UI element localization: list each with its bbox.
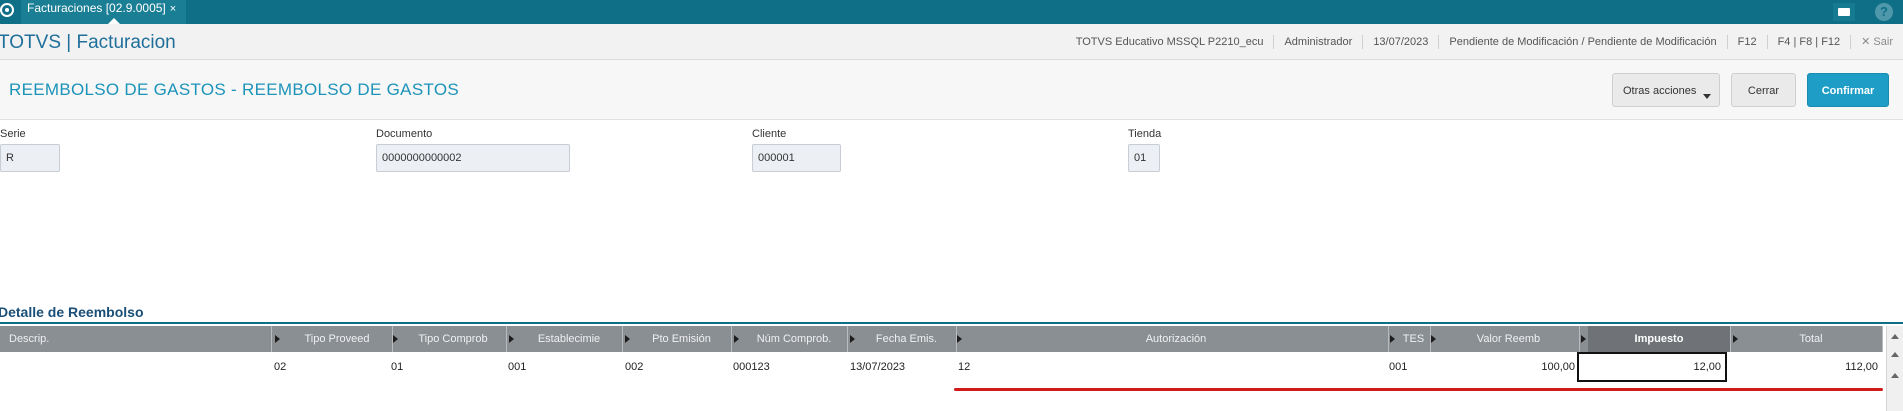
cliente-input[interactable]: 000001 [752,144,841,172]
cell-tipo-proveed[interactable]: 02 [274,352,374,382]
sort-arrow-icon[interactable] [1429,326,1438,352]
cliente-field-group: Cliente 000001 [752,128,841,172]
sort-arrow-icon[interactable] [1388,326,1397,352]
mail-icon[interactable] [1833,3,1855,21]
col-header-pto-emision[interactable]: Pto Emisión [632,326,732,352]
tienda-field-group: Tienda 01 [1128,128,1161,172]
cell-autorizacion[interactable]: 12 [958,352,1358,382]
help-icon[interactable]: ? [1875,3,1893,21]
scroll-up-icon[interactable] [1891,352,1899,357]
highlight-underline [954,388,1883,391]
col-header-descrip[interactable]: Descrip. [0,326,272,352]
other-actions-button[interactable]: Otras acciones [1612,73,1720,107]
tab-facturaciones[interactable]: Facturaciones [02.9.0005] × [21,0,187,24]
scroll-up-small-icon[interactable] [1891,373,1899,378]
grid-scrollbar[interactable] [1886,326,1903,411]
sort-arrow-icon[interactable] [391,326,400,352]
cell-descrip[interactable] [9,352,269,382]
sort-arrow-icon[interactable] [1731,326,1740,352]
col-header-autorizacion[interactable]: Autorización [964,326,1389,352]
col-header-fecha-emis[interactable]: Fecha Emis. [857,326,957,352]
section-divider [0,322,1903,324]
tienda-label: Tienda [1128,128,1162,140]
other-actions-label: Otras acciones [1623,85,1697,97]
col-header-total[interactable]: Total [1740,326,1883,352]
cell-impuesto[interactable]: 12,00 [1577,352,1727,382]
serie-input[interactable]: R [0,144,60,172]
close-button[interactable]: Cerrar [1731,73,1796,107]
app-logo-icon[interactable] [0,3,14,17]
shortcut-keys[interactable]: F4 | F8 | F12 [1766,35,1851,49]
cliente-label: Cliente [752,128,787,140]
serie-label: Serie [0,128,26,140]
col-header-tes[interactable]: TES [1397,326,1431,352]
cell-fecha-emis[interactable]: 13/07/2023 [850,352,950,382]
serie-field-group: Serie R [0,128,60,172]
date-label[interactable]: 13/07/2023 [1362,35,1438,49]
top-bar: Facturaciones [02.9.0005] × ? [0,0,1903,24]
col-header-num-comprob[interactable]: Núm Comprob. [741,326,848,352]
col-header-tipo-proveed[interactable]: Tipo Proveed [282,326,393,352]
shortcut-f12[interactable]: F12 [1726,35,1767,49]
session-info: TOTVS Educativo MSSQL P2210_ecu Administ… [1066,24,1903,60]
cell-num-comprob[interactable]: 000123 [733,352,833,382]
scroll-top-icon[interactable] [1891,334,1899,339]
cell-establecimie[interactable]: 001 [508,352,608,382]
grid-header: Descrip. Tipo Proveed Tipo Comprob Estab… [0,326,1883,352]
product-name: TOTVS | Facturacion [0,32,176,53]
sort-arrow-icon[interactable] [1579,326,1588,352]
status-label: Pendiente de Modificación / Pendiente de… [1438,35,1726,49]
page-title: REEMBOLSO DE GASTOS - REEMBOLSO DE GASTO… [9,80,459,99]
sort-arrow-icon[interactable] [273,326,282,352]
cell-pto-emision[interactable]: 002 [625,352,725,382]
reimbursement-grid: Descrip. Tipo Proveed Tipo Comprob Estab… [0,326,1883,411]
section-title: Detalle de Reembolso [0,304,144,320]
col-header-tipo-comprob[interactable]: Tipo Comprob [400,326,507,352]
documento-input[interactable]: 0000000000002 [376,144,570,172]
app-header: TOTVS | Facturacion TOTVS Educativo MSSQ… [0,24,1903,60]
tienda-input[interactable]: 01 [1128,144,1160,172]
sort-arrow-icon[interactable] [507,326,516,352]
user-label[interactable]: Administrador [1273,35,1362,49]
tab-label: Facturaciones [02.9.0005] [27,1,166,15]
sort-arrow-icon[interactable] [848,326,857,352]
col-header-valor-reemb[interactable]: Valor Reemb [1438,326,1580,352]
documento-label: Documento [376,128,433,140]
sort-arrow-icon[interactable] [955,326,964,352]
cell-valor-reemb[interactable]: 100,00 [1438,352,1575,382]
sort-arrow-icon[interactable] [732,326,741,352]
table-row[interactable]: 02 01 001 002 000123 13/07/2023 12 001 1… [0,352,1883,382]
confirm-button[interactable]: Confirmar [1807,73,1889,107]
documento-field-group: Documento 0000000000002 [376,128,570,172]
sort-arrow-icon[interactable] [623,326,632,352]
cell-total[interactable]: 112,00 [1740,352,1878,382]
col-header-impuesto[interactable]: Impuesto [1588,326,1731,352]
exit-button[interactable]: ✕ Sair [1850,35,1903,49]
col-header-establecimie[interactable]: Establecimie [516,326,623,352]
cell-tipo-comprob[interactable]: 01 [391,352,491,382]
environment-label[interactable]: TOTVS Educativo MSSQL P2210_ecu [1066,35,1274,49]
form-title-bar: REEMBOLSO DE GASTOS - REEMBOLSO DE GASTO… [0,60,1903,120]
cell-tes[interactable]: 001 [1389,352,1429,382]
chevron-down-icon [1703,94,1711,99]
tab-close-icon[interactable]: × [170,3,176,15]
